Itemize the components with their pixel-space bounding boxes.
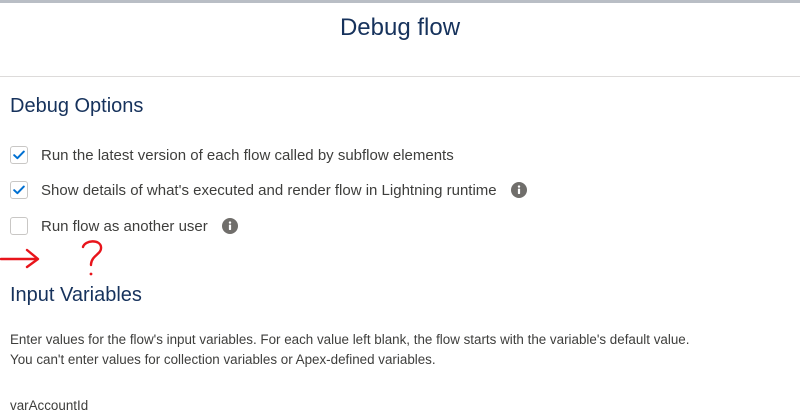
debug-options-heading: Debug Options [10, 95, 144, 117]
red-question-mark-annotation [81, 240, 103, 276]
description-line: Enter values for the flow's input variab… [10, 332, 690, 347]
subflow-latest-version-label: Run the latest version of each flow call… [41, 146, 454, 164]
info-icon[interactable] [510, 182, 527, 198]
subflow-latest-version-checkbox[interactable] [10, 146, 28, 164]
modal-header: Debug flow [0, 3, 800, 77]
red-annotation [0, 240, 103, 276]
run-as-another-user-label: Run flow as another user [41, 217, 208, 235]
modal-title: Debug flow [339, 13, 461, 41]
variable-name-label: varAccountId [10, 398, 89, 413]
input-variables-heading: Input Variables [10, 284, 142, 306]
lightning-runtime-label: Show details of what's executed and rend… [41, 181, 497, 199]
checkmark-icon [13, 150, 25, 160]
run-as-another-user-checkbox[interactable] [10, 217, 28, 235]
checkmark-icon [13, 185, 25, 195]
input-variables-description: Enter values for the flow's input variab… [10, 330, 795, 370]
lightning-runtime-option[interactable]: Show details of what's executed and rend… [10, 180, 527, 200]
info-icon[interactable] [221, 218, 238, 234]
subflow-latest-version-option[interactable]: Run the latest version of each flow call… [10, 145, 454, 165]
red-arrow-annotation [0, 248, 40, 269]
run-as-another-user-option[interactable]: Run flow as another user [10, 216, 238, 236]
lightning-runtime-checkbox[interactable] [10, 181, 28, 199]
description-line: You can't enter values for collection va… [10, 352, 436, 367]
